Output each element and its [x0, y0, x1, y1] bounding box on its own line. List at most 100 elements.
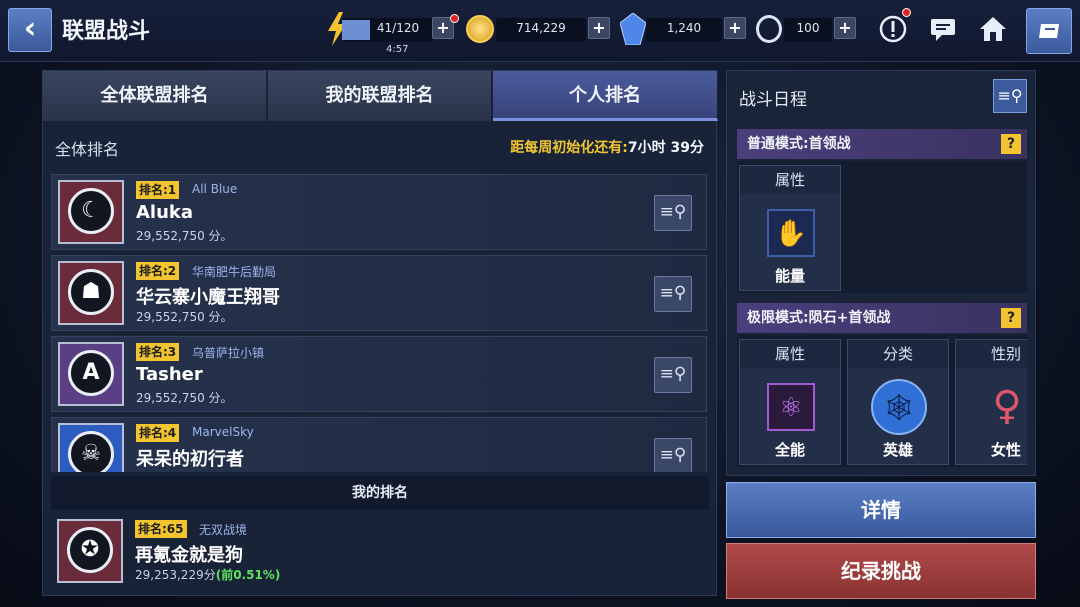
player-score: 29,552,750 分。: [136, 391, 233, 405]
player-name: Tasher: [136, 364, 203, 385]
search-list-icon: ≡⚲: [659, 202, 687, 222]
extreme-mode-label: 极限模式:陨石+首领战: [747, 310, 891, 326]
player-name: 华云寨小魔王翔哥: [136, 287, 280, 308]
ranking-panel: 全体联盟排名 我的联盟排名 个人排名 全体排名 距每周初始化还有:7小时 39分…: [42, 70, 718, 596]
player-score: 29,552,750 分。: [136, 310, 233, 324]
universal-icon: ⚛: [767, 383, 815, 431]
energy-value: 41/120: [376, 21, 420, 35]
crystal-icon: [619, 12, 647, 46]
card-label: 属性: [740, 340, 840, 368]
extreme-mode-area: 属性 ⚛ 全能 分类 🕸 英雄 性别 ♀ 女性: [737, 335, 1027, 467]
home-icon[interactable]: [976, 12, 1010, 46]
normal-mode-label: 普通模式:首领战: [747, 136, 851, 152]
card-label: 属性: [740, 166, 840, 194]
my-ranking-row[interactable]: ✪ 排名:65 无双战境 再氪金就是狗 29,253,229分(前0.51%): [51, 514, 707, 590]
card-caption: 女性: [990, 441, 1021, 459]
tab-personal-ranking[interactable]: 个人排名: [493, 71, 718, 121]
energy-icon: ✋: [767, 209, 815, 257]
avatar: ☗: [58, 261, 124, 325]
my-ranking-header: 我的排名: [51, 476, 709, 510]
inspect-button[interactable]: ≡⚲: [654, 195, 692, 231]
rank-badge: 排名:1: [136, 181, 180, 199]
schedule-title: 战斗日程: [739, 90, 807, 110]
detail-button[interactable]: 详情: [726, 482, 1036, 538]
score-value: 29,253,229分: [135, 568, 216, 582]
ranking-row[interactable]: ☗ 排名:2 华南肥牛后勤局 华云寨小魔王翔哥 29,552,750 分。 ≡⚲: [51, 255, 707, 331]
card-caption: 全能: [774, 441, 805, 459]
search-list-icon: ≡⚲: [997, 86, 1023, 105]
section-title: 全体排名: [55, 140, 120, 159]
token-value: 100: [796, 21, 820, 35]
ranking-row[interactable]: A 排名:3 乌普萨拉小镇 Tasher 29,552,750 分。 ≡⚲: [51, 336, 707, 412]
avatar: ✪: [57, 519, 123, 583]
record-challenge-button[interactable]: 纪录挑战: [726, 543, 1036, 599]
energy-timer: 4:57: [386, 44, 409, 55]
player-name: Aluka: [136, 202, 194, 223]
card-label: 分类: [848, 340, 948, 368]
chat-icon[interactable]: [926, 12, 960, 46]
back-arrow-icon: ‹: [23, 11, 37, 46]
rank-badge: 排名:3: [136, 343, 180, 361]
rank-badge: 排名:65: [135, 520, 187, 538]
inspect-button[interactable]: ≡⚲: [654, 357, 692, 393]
moon-knight-icon: ☾: [68, 188, 114, 234]
alert-dot: [902, 8, 911, 17]
card-caption: 英雄: [882, 441, 913, 459]
extreme-category-card: 分类 🕸 英雄: [847, 339, 949, 465]
gold-coin-icon: [466, 15, 494, 43]
search-list-icon: ≡⚲: [659, 364, 687, 384]
add-token-button[interactable]: +: [834, 17, 856, 39]
rank-badge: 排名:4: [136, 424, 180, 442]
tab-all-alliance-ranking[interactable]: 全体联盟排名: [43, 71, 267, 121]
ranking-row[interactable]: ☠ 排名:4 MarvelSky 呆呆的初行者 ≡⚲: [51, 417, 707, 472]
search-list-icon: ≡⚲: [659, 445, 687, 465]
schedule-inspect-button[interactable]: ≡⚲: [993, 79, 1027, 113]
reset-value: 7小时 39分: [627, 140, 704, 156]
reset-label: 距每周初始化还有:: [510, 140, 628, 156]
add-crystal-button[interactable]: +: [724, 17, 746, 39]
rank-badge: 排名:2: [136, 262, 180, 280]
ranking-row[interactable]: ☾ 排名:1 All Blue Aluka 29,552,750 分。 ≡⚲: [51, 174, 707, 250]
falcon-icon: ✪: [67, 527, 113, 573]
inspect-button[interactable]: ≡⚲: [654, 438, 692, 472]
back-button[interactable]: ‹: [8, 8, 52, 52]
player-name: 呆呆的初行者: [136, 449, 244, 470]
card-label: 性别: [956, 340, 1027, 368]
female-icon: ♀: [992, 383, 1022, 429]
tab-my-alliance-ranking[interactable]: 我的联盟排名: [268, 71, 492, 121]
avatar: ☠: [58, 423, 124, 472]
extreme-attr-card: 属性 ⚛ 全能: [739, 339, 841, 465]
reset-timer: 距每周初始化还有:7小时 39分: [510, 137, 704, 157]
stopwatch-icon: [756, 15, 782, 43]
menu-button[interactable]: [1026, 8, 1072, 54]
normal-attr-card: 属性 ✋ 能量: [739, 165, 841, 291]
avatar: A: [58, 342, 124, 406]
alliance-name: 乌普萨拉小镇: [192, 346, 265, 360]
search-list-icon: ≡⚲: [659, 283, 687, 303]
ranking-list[interactable]: ☾ 排名:1 All Blue Aluka 29,552,750 分。 ≡⚲ ☗…: [51, 174, 709, 472]
gold-value: 714,229: [516, 21, 566, 35]
player-name: 再氪金就是狗: [135, 545, 243, 566]
menu-icon: [1037, 21, 1061, 45]
card-caption: 能量: [774, 267, 805, 285]
help-button[interactable]: ?: [1001, 134, 1021, 154]
alliance-name: 无双战境: [199, 523, 248, 537]
help-button[interactable]: ?: [1001, 308, 1021, 328]
schedule-panel: 战斗日程 ≡⚲ 普通模式:首领战 ? 属性 ✋ 能量 极限模式:陨石+首领战 ?…: [726, 70, 1036, 476]
player-score: 29,552,750 分。: [136, 229, 233, 243]
avatar: ☾: [58, 180, 124, 244]
crystal-value: 1,240: [666, 21, 702, 35]
extreme-gender-card: 性别 ♀ 女性: [955, 339, 1027, 465]
add-gold-button[interactable]: +: [588, 17, 610, 39]
alert-icon[interactable]: [876, 12, 910, 46]
notification-dot: [450, 14, 459, 23]
alliance-name: All Blue: [192, 182, 238, 196]
avengers-icon: A: [68, 350, 114, 396]
page-title: 联盟战斗: [62, 19, 151, 44]
iron-man-icon: ☗: [68, 269, 114, 315]
inspect-button[interactable]: ≡⚲: [654, 276, 692, 312]
ghost-rider-icon: ☠: [68, 431, 114, 472]
alliance-name: MarvelSky: [192, 425, 254, 439]
extreme-mode-bar: 极限模式:陨石+首领战 ?: [737, 303, 1027, 333]
score-percent: (前0.51%): [215, 568, 281, 582]
